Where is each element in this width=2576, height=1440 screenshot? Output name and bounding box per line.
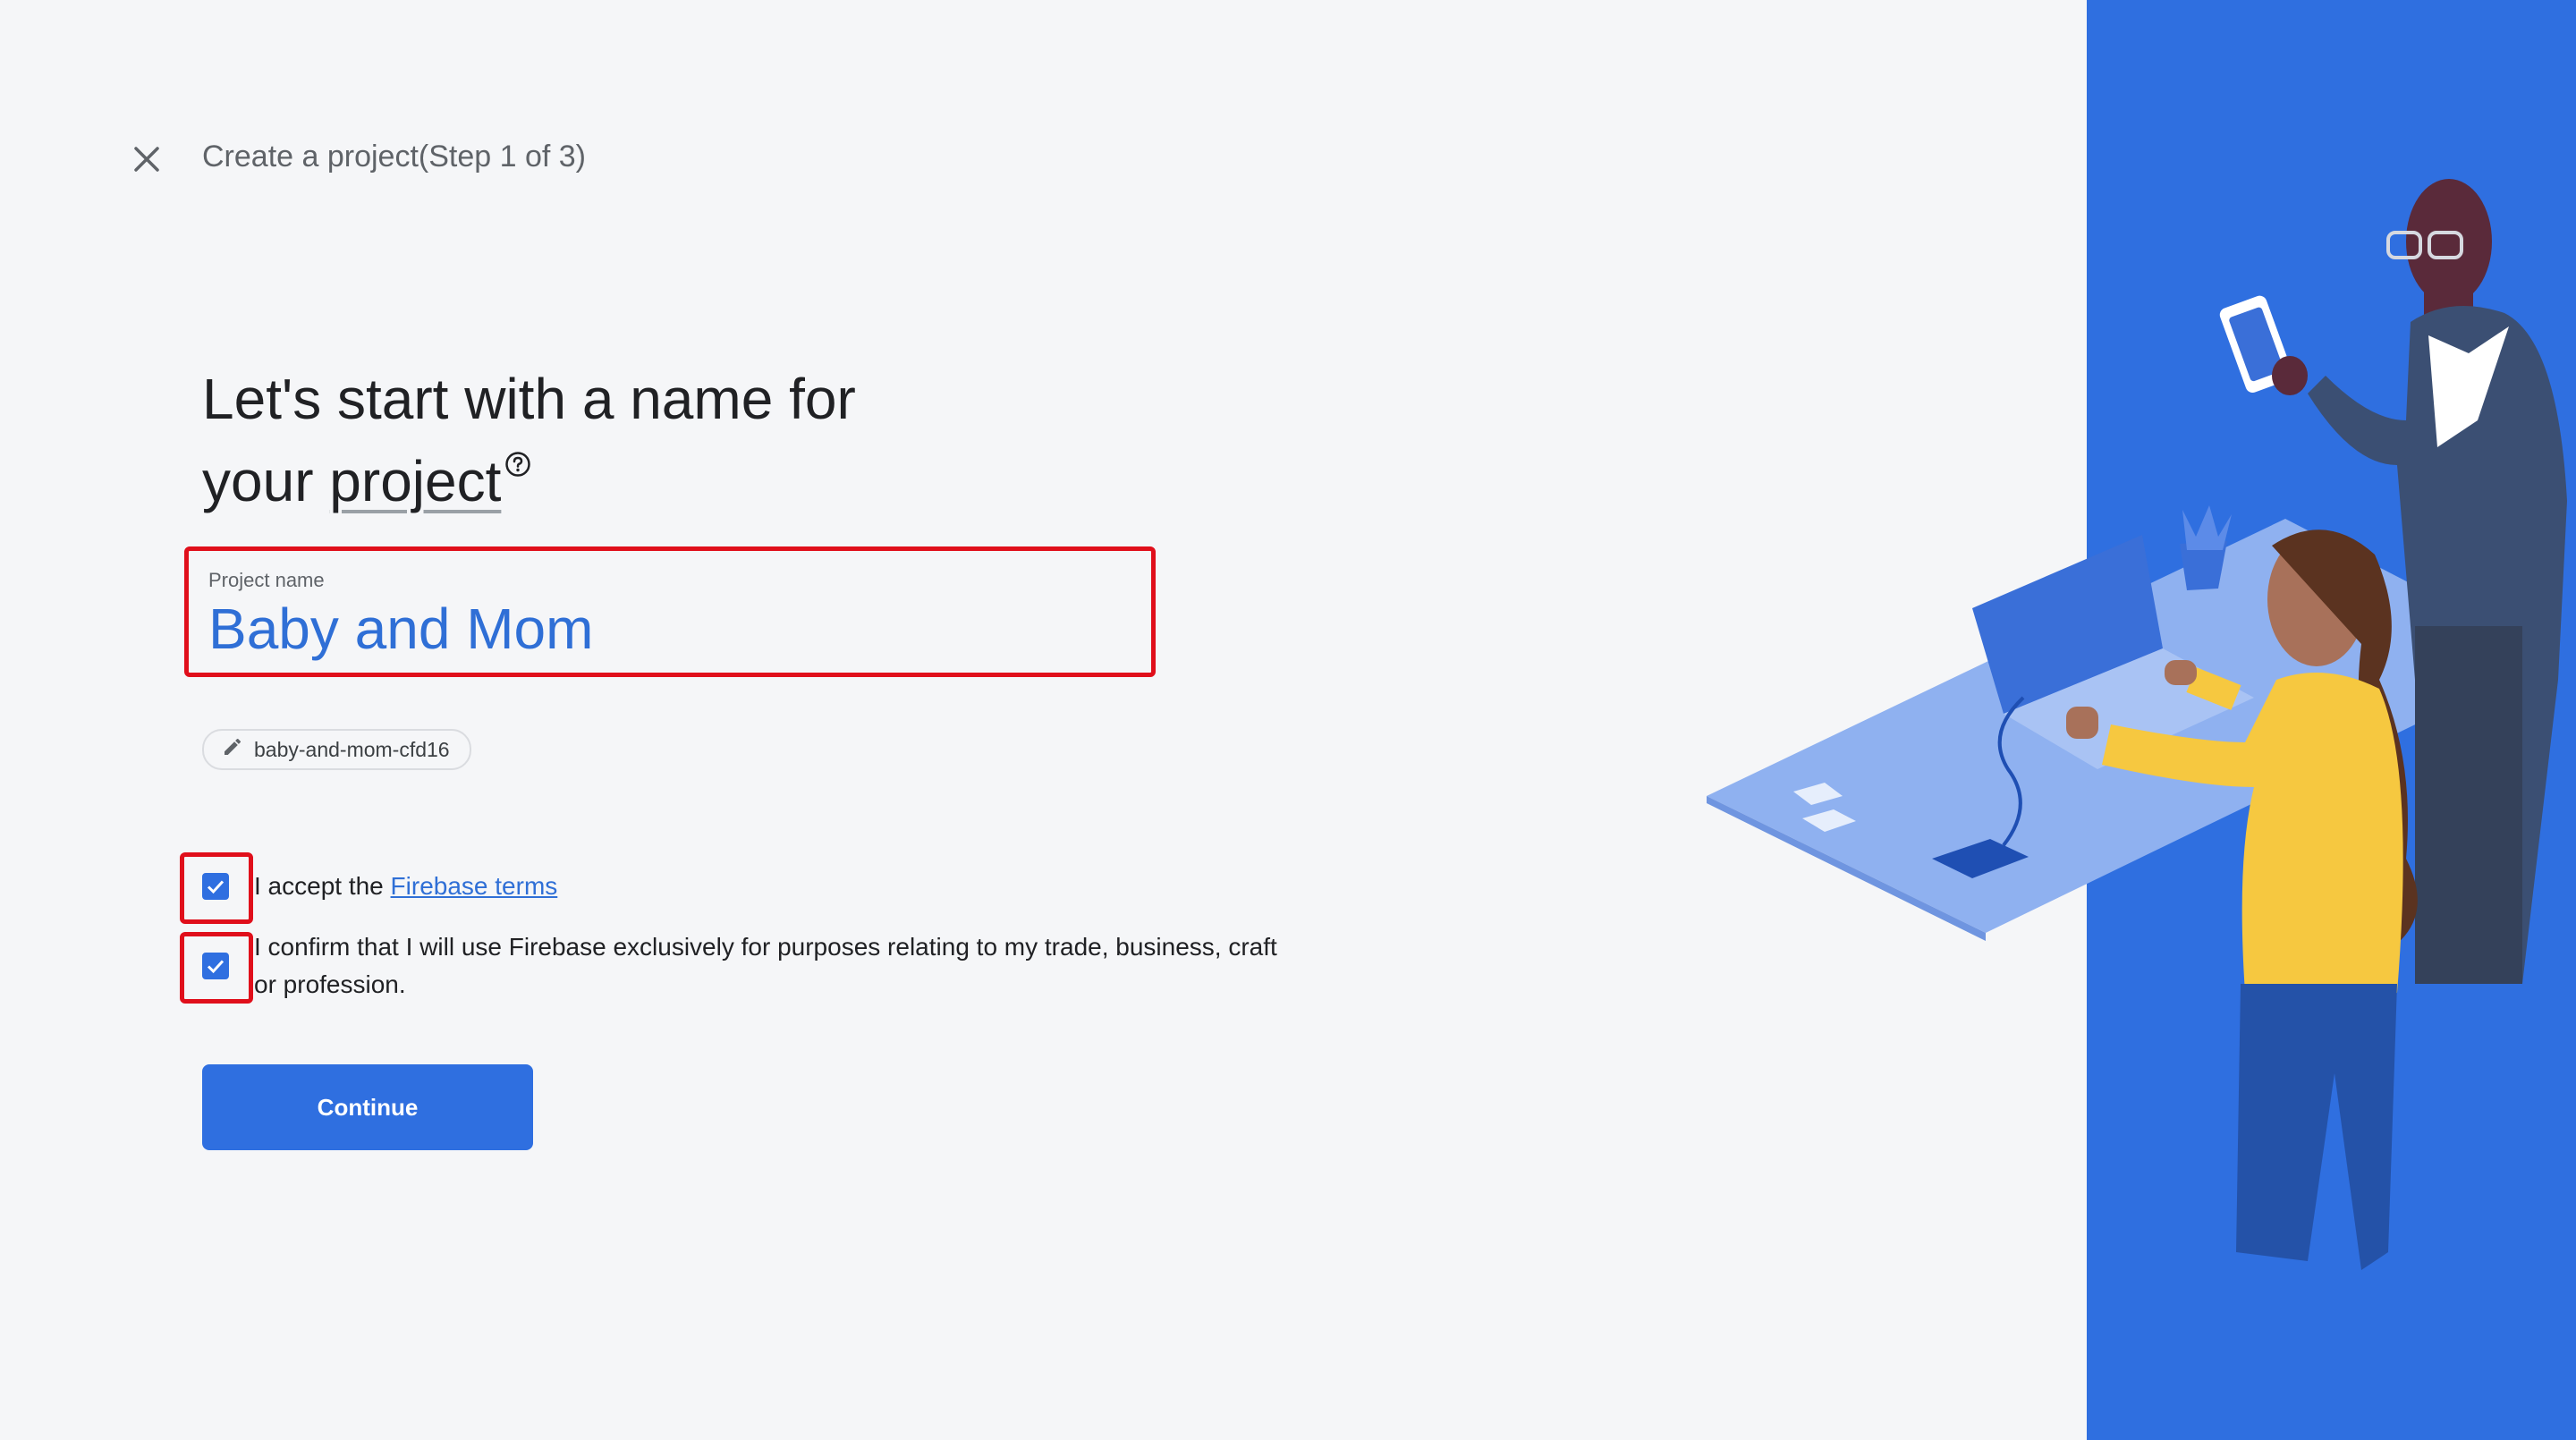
confirm-line-1: I confirm that I will use Firebase exclu… <box>254 933 1277 961</box>
confirm-text: I confirm that I will use Firebase exclu… <box>254 928 1277 1004</box>
confirm-line-2: or profession. <box>254 970 406 998</box>
project-name-field[interactable]: Project name <box>184 546 1156 677</box>
people-working-at-desk-illustration <box>1707 0 2576 1440</box>
heading-prefix: your <box>202 449 330 513</box>
close-icon[interactable] <box>131 143 163 175</box>
project-id-chip[interactable]: baby-and-mom-cfd16 <box>202 729 471 770</box>
terms-text: I accept the Firebase terms <box>254 868 557 905</box>
pencil-icon <box>222 736 243 763</box>
project-id-text: baby-and-mom-cfd16 <box>254 737 450 761</box>
terms-checkbox[interactable] <box>202 873 229 900</box>
firebase-terms-link[interactable]: Firebase terms <box>391 872 558 900</box>
terms-prefix: I accept the <box>254 872 391 900</box>
page-heading: Let's start with a name for your project <box>202 358 1097 522</box>
help-circle-icon[interactable] <box>504 417 531 477</box>
project-name-label: Project name <box>208 569 325 591</box>
project-term-link[interactable]: project <box>329 449 501 513</box>
continue-button[interactable]: Continue <box>202 1064 533 1150</box>
heading-line-2: your project <box>202 440 1097 522</box>
heading-line-1: Let's start with a name for <box>202 367 856 431</box>
confirm-checkbox[interactable] <box>202 953 229 979</box>
page-header-title: Create a project(Step 1 of 3) <box>202 140 587 174</box>
project-name-input[interactable] <box>208 596 1103 662</box>
